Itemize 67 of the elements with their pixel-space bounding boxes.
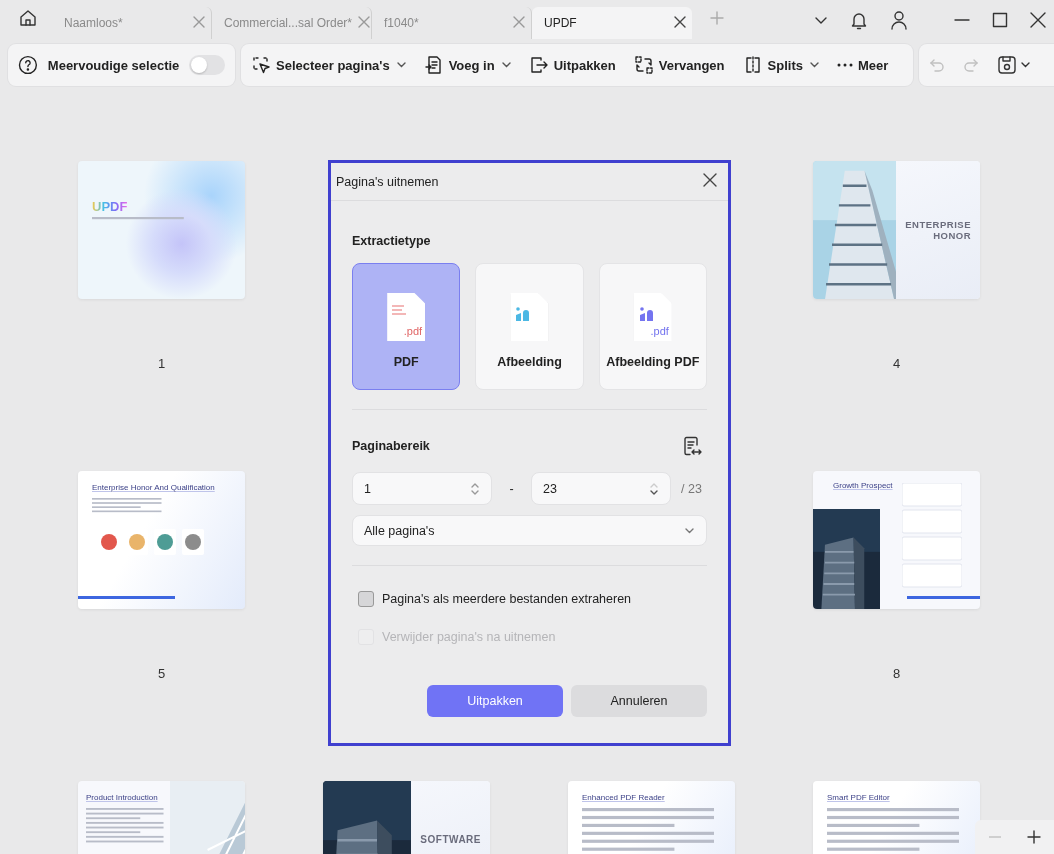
toolbar-button[interactable]: Vervangen xyxy=(633,55,725,75)
section-heading: Extractietype xyxy=(352,234,432,248)
page-range-icon[interactable] xyxy=(682,436,702,456)
document-tab[interactable]: UPDF xyxy=(532,7,692,39)
toolbar-button[interactable]: Voeg in xyxy=(423,55,511,75)
slide-title: Enhanced PDF Reader xyxy=(582,793,666,802)
save-icon[interactable] xyxy=(997,55,1017,75)
page-total: / 23 xyxy=(681,481,702,496)
section-heading: Paginabereik xyxy=(352,439,430,453)
maximize-icon[interactable] xyxy=(992,12,1008,28)
file-extension-label: .pdf xyxy=(403,325,423,337)
toolbar-button[interactable]: Splits xyxy=(742,55,819,75)
cancel-button[interactable]: Annuleren xyxy=(571,685,707,717)
slide-title: UPDF xyxy=(92,199,128,214)
checkbox[interactable] xyxy=(358,591,374,607)
number-field[interactable]: 23 xyxy=(531,472,671,505)
close-icon[interactable] xyxy=(674,15,686,28)
checkbox-label: Pagina's als meerdere bestanden extraheren xyxy=(382,592,632,606)
toggle-switch[interactable] xyxy=(189,55,225,75)
toolbar-button[interactable]: Selecteer pagina's xyxy=(251,55,406,75)
zoom-in-icon[interactable] xyxy=(1027,830,1042,844)
spinner-icon[interactable] xyxy=(650,481,658,496)
cursor-select-icon xyxy=(251,55,271,75)
toolbar-button[interactable]: Meer xyxy=(836,57,889,73)
multi-select-label: Meervoudige selectie xyxy=(47,57,180,73)
slide-title: Product Introduction xyxy=(86,793,159,802)
number-field[interactable]: 1 xyxy=(352,472,492,505)
page-thumbnail[interactable]: Smart PDF Editor xyxy=(813,781,980,854)
caret-icon xyxy=(1021,62,1030,68)
close-icon[interactable] xyxy=(702,171,718,188)
home-icon[interactable] xyxy=(18,8,38,28)
close-icon[interactable] xyxy=(1030,12,1046,28)
slide-title: ENTERPRISE HONOR xyxy=(905,219,971,241)
file-extension-label: .pdf xyxy=(650,325,669,337)
text-lines-drawing xyxy=(92,498,162,515)
page-number: 4 xyxy=(892,356,901,371)
extraction-type-option[interactable]: .pdf Afbeelding PDF xyxy=(598,263,707,390)
export-icon xyxy=(528,55,549,75)
extract-button[interactable]: Uitpakken xyxy=(427,685,563,717)
page-thumbnail[interactable]: Enhanced PDF Reader xyxy=(568,781,735,854)
text-lines-icon xyxy=(392,305,407,315)
slide-title: SOFTWARE xyxy=(420,834,481,845)
page-number: 1 xyxy=(157,356,166,371)
bell-icon[interactable] xyxy=(850,10,868,30)
dropdown[interactable]: Alle pagina's xyxy=(352,515,707,546)
more-icon xyxy=(836,63,853,67)
slide-title: Smart PDF Editor xyxy=(827,793,891,802)
page-number: 8 xyxy=(892,666,901,681)
extraction-type-option[interactable]: Afbeelding xyxy=(475,263,584,390)
page-thumbnail[interactable]: ENTERPRISE HONOR xyxy=(813,161,980,299)
page-number: 5 xyxy=(157,666,166,681)
page-thumbnail[interactable]: Growth Prospect xyxy=(813,471,980,609)
range-separator: - xyxy=(508,481,515,496)
slide-title: Growth Prospect xyxy=(833,481,893,490)
user-icon[interactable] xyxy=(890,10,908,30)
image-icon xyxy=(515,305,532,323)
help-icon[interactable] xyxy=(18,55,38,75)
toolbar-button[interactable]: Uitpakken xyxy=(528,55,616,75)
dialog-title: Pagina's uitnemen xyxy=(336,174,439,189)
slide-title: Enterprise Honor And Qualification xyxy=(92,483,216,492)
page-thumbnail[interactable]: Product Introduction xyxy=(78,781,245,854)
document-insert-icon xyxy=(423,55,444,75)
extraction-type-option[interactable]: .pdf PDF xyxy=(352,263,461,390)
image-icon xyxy=(638,305,655,323)
page-thumbnail[interactable]: Enterprise Honor And Qualification xyxy=(78,471,245,609)
swap-icon xyxy=(633,55,654,75)
page-thumbnail[interactable]: SOFTWARE xyxy=(323,781,490,854)
